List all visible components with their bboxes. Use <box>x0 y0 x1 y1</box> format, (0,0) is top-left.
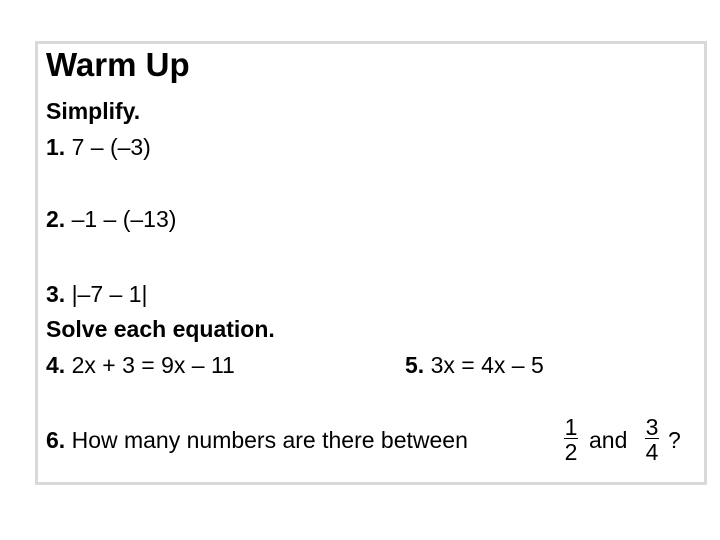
problem-expression: –1 – (–13) <box>71 206 177 232</box>
problem-number: 2. <box>46 206 66 232</box>
problem-1: 1. 7 – (–3) <box>46 134 151 161</box>
warm-up-slide: Warm Up Simplify. 1. 7 – (–3) 2. –1 – (–… <box>35 41 707 485</box>
problem-3: 3. |–7 – 1| <box>46 281 147 308</box>
problem-expression: 2x + 3 = 9x – 11 <box>71 352 235 378</box>
problem-number: 5. <box>405 352 425 378</box>
problem-number: 3. <box>46 281 66 307</box>
problem-number: 1. <box>46 134 66 160</box>
fraction-three-quarters: 3 4 <box>643 416 661 465</box>
problem-expression: |–7 – 1| <box>71 281 148 307</box>
fraction-numerator: 3 <box>645 414 659 440</box>
problem-5: 5. 3x = 4x – 5 <box>405 352 544 379</box>
problem-6-and: and <box>589 427 628 453</box>
fraction-numerator: 1 <box>564 414 578 440</box>
solve-heading: Solve each equation. <box>46 316 275 342</box>
problem-6-question-mark: ? <box>668 427 681 453</box>
fraction-denominator: 4 <box>645 439 659 465</box>
problem-4: 4. 2x + 3 = 9x – 11 <box>46 352 235 379</box>
page-title: Warm Up <box>46 46 190 83</box>
problem-expression: How many numbers are there between <box>71 427 468 453</box>
problem-6: 6. How many numbers are there between <box>46 427 468 454</box>
fraction-one-half: 1 2 <box>562 416 580 465</box>
problem-expression: 7 – (–3) <box>65 134 151 160</box>
problem-number: 6. <box>46 427 66 453</box>
simplify-heading: Simplify. <box>46 98 141 124</box>
problem-2: 2. –1 – (–13) <box>46 206 176 233</box>
problem-expression: 3x = 4x – 5 <box>430 352 544 378</box>
problem-number: 4. <box>46 352 66 378</box>
fraction-denominator: 2 <box>564 439 578 465</box>
